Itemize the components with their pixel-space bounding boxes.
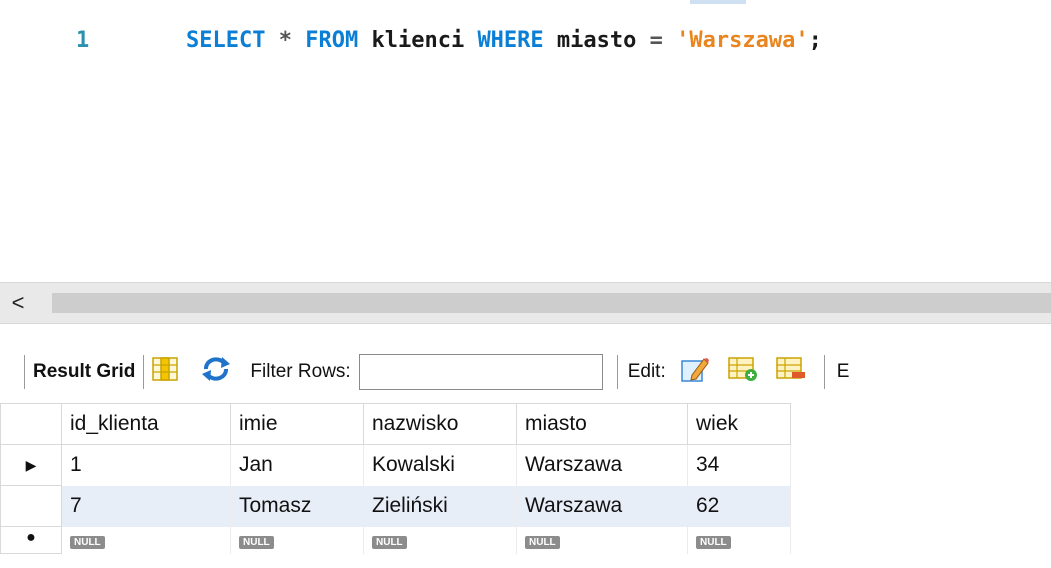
scroll-thumb[interactable] <box>52 293 1051 313</box>
column-header-id-klienta[interactable]: id_klienta <box>61 403 231 445</box>
keyword-from: FROM <box>305 28 359 53</box>
table-row[interactable]: 7 Tomasz Zieliński Warszawa 62 <box>0 485 791 527</box>
toolbar-divider <box>616 355 618 389</box>
new-row[interactable]: ● NULL NULL NULL NULL NULL <box>0 526 791 554</box>
row-indicator-header <box>0 403 62 445</box>
null-badge: NULL <box>525 535 560 549</box>
filter-rows-label: Filter Rows: <box>250 361 351 382</box>
toolbar-divider <box>24 355 25 389</box>
current-row-indicator-icon[interactable]: ▶ <box>0 444 62 486</box>
null-badge: NULL <box>372 535 407 549</box>
cell-wiek[interactable]: 62 <box>687 485 791 527</box>
result-grid-tab[interactable]: Result Grid <box>33 361 135 383</box>
toolbar-divider <box>823 355 825 389</box>
keyword-where: WHERE <box>477 28 544 53</box>
cell-miasto[interactable]: Warszawa <box>516 444 688 486</box>
edit-label: Edit: <box>627 361 666 382</box>
null-cell[interactable]: NULL <box>687 526 791 554</box>
column-header-wiek[interactable]: wiek <box>687 403 791 445</box>
sql-editor[interactable]: 1 SELECT * FROM klienci WHERE miasto = '… <box>0 0 1051 282</box>
toolbar-divider <box>143 355 145 389</box>
null-cell[interactable]: NULL <box>61 526 231 554</box>
null-badge: NULL <box>239 535 274 549</box>
scroll-left-arrow-icon[interactable]: < <box>0 283 36 323</box>
null-cell[interactable]: NULL <box>230 526 364 554</box>
filter-rows-input[interactable] <box>358 354 603 390</box>
editor-horizontal-scrollbar[interactable]: < <box>0 282 1051 324</box>
cell-id-klienta[interactable]: 1 <box>61 444 231 486</box>
truncated-toolbar-label: E <box>836 361 850 382</box>
results-toolbar: Result Grid Filter Rows: Edit: E <box>0 344 1051 400</box>
line-number: 1 <box>76 28 90 53</box>
column-header-nazwisko[interactable]: nazwisko <box>363 403 517 445</box>
editor-tab-accent <box>690 0 746 4</box>
token-table: klienci <box>371 28 465 53</box>
token-equals: = <box>649 28 663 53</box>
column-header-miasto[interactable]: miasto <box>516 403 688 445</box>
add-row-icon[interactable] <box>727 356 758 388</box>
token-star: * <box>278 28 292 53</box>
cell-id-klienta[interactable]: 7 <box>61 485 231 527</box>
cell-nazwisko[interactable]: Kowalski <box>363 444 517 486</box>
cell-wiek[interactable]: 34 <box>687 444 791 486</box>
token-column: miasto <box>556 28 637 53</box>
result-grid: id_klienta imie nazwisko miasto wiek ▶ 1… <box>0 403 791 554</box>
delete-row-icon[interactable] <box>775 356 806 388</box>
null-badge: NULL <box>696 535 731 549</box>
cell-imie[interactable]: Jan <box>230 444 364 486</box>
grid-header-row: id_klienta imie nazwisko miasto wiek <box>0 403 791 445</box>
cell-imie[interactable]: Tomasz <box>230 485 364 527</box>
token-semicolon: ; <box>808 28 822 53</box>
cell-miasto[interactable]: Warszawa <box>516 485 688 527</box>
null-cell[interactable]: NULL <box>363 526 517 554</box>
cell-nazwisko[interactable]: Zieliński <box>363 485 517 527</box>
row-indicator[interactable] <box>0 485 62 527</box>
new-row-marker-icon: ● <box>26 529 36 546</box>
sql-query-line[interactable]: SELECT * FROM klienci WHERE miasto = 'Wa… <box>186 28 822 53</box>
keyword-select: SELECT <box>186 28 266 53</box>
null-cell[interactable]: NULL <box>516 526 688 554</box>
refresh-icon[interactable] <box>200 356 232 388</box>
new-row-indicator[interactable]: ● <box>0 526 62 554</box>
null-badge: NULL <box>70 535 105 549</box>
edit-pencil-icon[interactable] <box>680 355 710 389</box>
column-header-imie[interactable]: imie <box>230 403 364 445</box>
grid-layout-icon[interactable] <box>152 357 179 387</box>
token-string-value: 'Warszawa' <box>676 28 809 53</box>
table-row[interactable]: ▶ 1 Jan Kowalski Warszawa 34 <box>0 444 791 486</box>
